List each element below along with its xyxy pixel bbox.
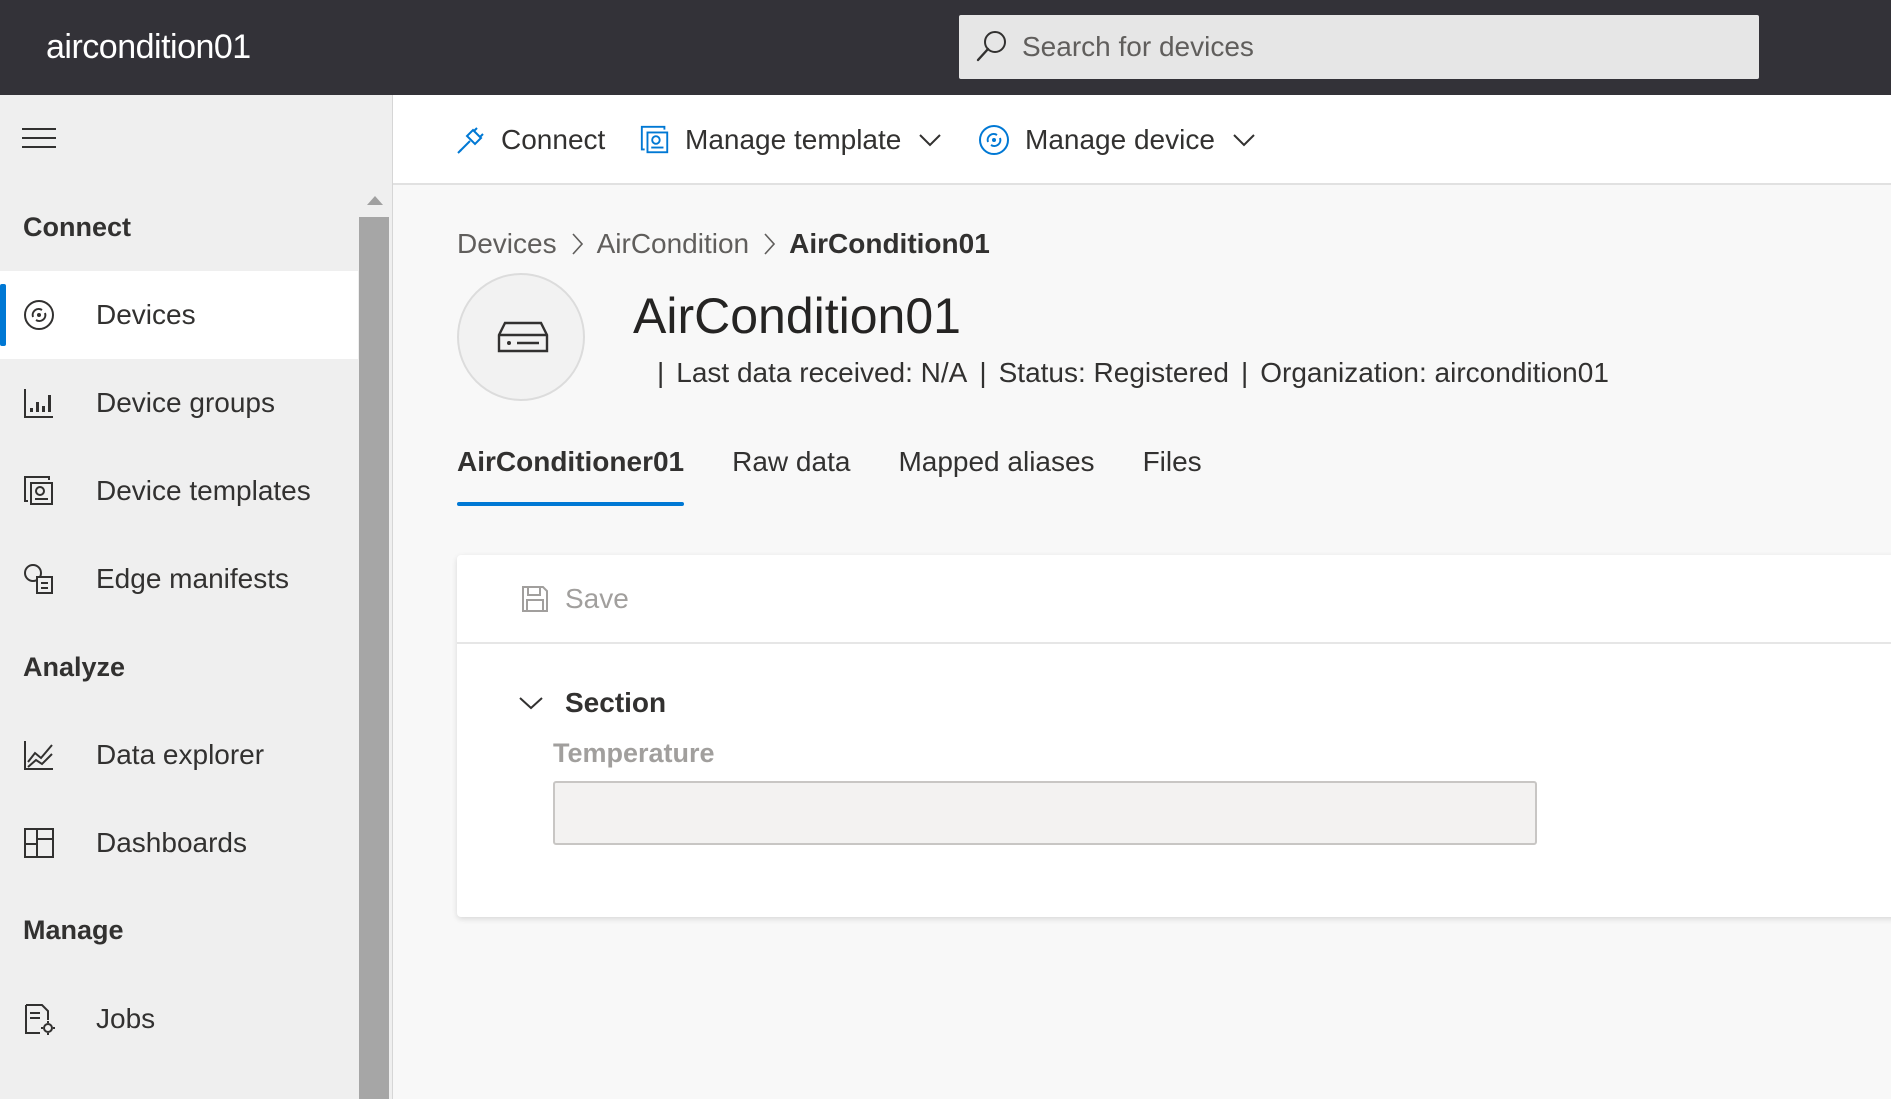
chevron-down-icon xyxy=(919,134,942,147)
temperature-label: Temperature xyxy=(553,738,715,768)
sidebar-item-label: Devices xyxy=(96,299,196,330)
devices-icon xyxy=(24,300,54,330)
chevron-right-icon xyxy=(764,233,776,255)
chevron-down-icon xyxy=(519,697,543,710)
device-groups-icon xyxy=(24,389,53,418)
search-box[interactable] xyxy=(959,15,1759,79)
section-toggle[interactable]: Section xyxy=(519,687,666,719)
hamburger-menu-icon[interactable] xyxy=(22,128,56,154)
device-template-icon xyxy=(640,125,669,154)
tab-files[interactable]: Files xyxy=(1143,440,1202,506)
device-organization: Organization: aircondition01 xyxy=(1260,357,1609,388)
sidebar-divider xyxy=(392,95,393,1099)
meta-separator: | xyxy=(657,357,665,388)
search-icon xyxy=(976,31,1006,62)
breadcrumb: Devices AirCondition AirCondition01 xyxy=(457,228,990,260)
sidebar-item-label: Jobs xyxy=(96,1003,156,1034)
temperature-field[interactable] xyxy=(553,781,1537,845)
sidebar-item-label: Device groups xyxy=(96,387,275,418)
tab-airconditioner01[interactable]: AirConditioner01 xyxy=(457,440,685,506)
chevron-down-icon xyxy=(1233,134,1255,147)
save-label: Save xyxy=(565,583,629,614)
sidebar-item-device-groups[interactable]: Device groups xyxy=(0,359,358,447)
breadcrumb-template[interactable]: AirCondition xyxy=(597,228,750,260)
sidebar-section-analyze: Analyze xyxy=(23,652,126,682)
device-templates-icon xyxy=(24,476,53,505)
device-meta: | Last data received: N/A | Status: Registe… xyxy=(645,357,1609,389)
manage-device-label: Manage device xyxy=(1025,124,1215,155)
sidebar-item-jobs[interactable]: Jobs xyxy=(0,975,358,1063)
scroll-up-arrow-icon[interactable] xyxy=(367,196,383,205)
device-hardware-icon xyxy=(497,321,549,353)
card-toolbar: Save xyxy=(457,555,1891,644)
manage-device-button[interactable]: Manage device xyxy=(977,95,1255,185)
sidebar-section-manage: Manage xyxy=(23,915,124,945)
page-title: AirCondition01 xyxy=(633,288,961,344)
dashboards-icon xyxy=(24,828,54,858)
jobs-icon xyxy=(25,1004,55,1035)
sidebar: Connect Devices Device groups Device tem… xyxy=(0,95,393,1099)
edge-manifests-icon xyxy=(24,564,53,594)
top-bar: aircondition01 xyxy=(0,0,1891,95)
search-input[interactable] xyxy=(1022,15,1742,79)
manage-template-label: Manage template xyxy=(685,124,902,155)
meta-separator: | xyxy=(979,357,987,388)
tab-bar: AirConditioner01 Raw data Mapped aliases… xyxy=(457,440,1250,506)
last-data-received: Last data received: N/A xyxy=(676,357,968,388)
sidebar-item-label: Data explorer xyxy=(96,739,265,770)
app-title[interactable]: aircondition01 xyxy=(46,28,251,67)
sidebar-item-label: Device templates xyxy=(96,475,311,506)
properties-card: Save Section Temperature xyxy=(457,555,1891,917)
save-icon xyxy=(522,586,548,612)
sidebar-item-data-explorer[interactable]: Data explorer xyxy=(0,711,358,799)
sidebar-item-device-templates[interactable]: Device templates xyxy=(0,447,358,535)
device-icon xyxy=(979,125,1009,155)
tab-raw-data[interactable]: Raw data xyxy=(732,440,850,506)
device-status: Status: Registered xyxy=(998,357,1229,388)
breadcrumb-current: AirCondition01 xyxy=(789,228,990,259)
sidebar-item-label: Edge manifests xyxy=(96,563,289,594)
manage-template-button[interactable]: Manage template xyxy=(639,95,942,185)
breadcrumb-devices[interactable]: Devices xyxy=(457,228,557,260)
sidebar-item-label: Dashboards xyxy=(96,827,247,858)
save-button[interactable]: Save xyxy=(521,583,629,615)
tab-mapped-aliases[interactable]: Mapped aliases xyxy=(898,440,1094,506)
sidebar-section-connect: Connect xyxy=(23,212,131,242)
chevron-right-icon xyxy=(571,233,583,255)
sidebar-item-devices[interactable]: Devices xyxy=(0,271,358,359)
section-label: Section xyxy=(565,687,667,718)
device-avatar xyxy=(457,273,585,401)
sidebar-scroll-thumb[interactable] xyxy=(359,217,389,1099)
meta-separator: | xyxy=(1240,357,1249,388)
command-bar: Connect Manage template Manage device xyxy=(393,95,1891,185)
sidebar-item-edge-manifests[interactable]: Edge manifests xyxy=(0,535,358,623)
plug-icon xyxy=(457,127,484,154)
connect-label: Connect xyxy=(501,124,606,155)
sidebar-item-dashboards[interactable]: Dashboards xyxy=(0,799,358,887)
data-explorer-icon xyxy=(24,741,53,770)
connect-button[interactable]: Connect xyxy=(455,95,605,185)
